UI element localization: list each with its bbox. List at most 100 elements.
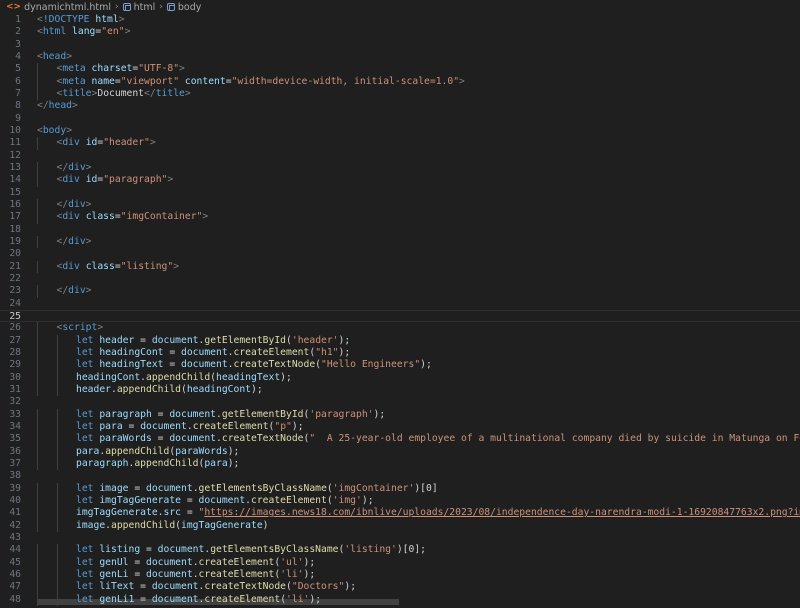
code-token: = bbox=[163, 346, 181, 358]
indent-guide bbox=[37, 433, 38, 446]
code-line[interactable]: 42 image.appendChild(imgTagGenerate) bbox=[0, 519, 800, 532]
code-line[interactable]: 8 </head> bbox=[0, 100, 800, 112]
indent-guide bbox=[56, 457, 58, 471]
code-line[interactable]: 5 <meta charset="UTF-8"> bbox=[0, 63, 800, 76]
code-token: headingCont bbox=[76, 371, 141, 383]
code-token: 'li' bbox=[286, 593, 310, 605]
code-token: "paragraph" bbox=[103, 174, 168, 186]
code-line[interactable]: 12 bbox=[0, 150, 800, 162]
indent-guide bbox=[56, 371, 58, 384]
code-line[interactable]: 30 headingCont.appendChild(headingText); bbox=[0, 371, 800, 384]
indent-guide bbox=[56, 544, 58, 557]
code-token: createTextNode bbox=[204, 581, 287, 593]
code-token: html bbox=[95, 14, 119, 25]
code-line[interactable]: 2 <html lang="en"> bbox=[0, 26, 800, 38]
code-token: genLi bbox=[99, 568, 129, 580]
code-token: )[0]; bbox=[396, 544, 427, 556]
code-token: 'paragraph' bbox=[309, 408, 374, 420]
code-line[interactable]: 1 <!DOCTYPE html> bbox=[0, 14, 800, 26]
code-line[interactable]: 38 bbox=[0, 470, 800, 482]
indent-guide bbox=[37, 322, 38, 335]
code-token: > bbox=[85, 285, 92, 297]
code-line[interactable]: 32 bbox=[0, 396, 800, 408]
line-number: 30 bbox=[9, 371, 21, 383]
code-token: image bbox=[99, 482, 129, 494]
code-line[interactable]: 34 let para = document.createElement("p")… bbox=[0, 420, 800, 434]
breadcrumb-file[interactable]: <> dynamichtml.html bbox=[6, 2, 111, 13]
indent-guide bbox=[37, 87, 38, 101]
code-line[interactable]: 25 bbox=[0, 309, 800, 323]
line-number: 20 bbox=[9, 248, 21, 260]
code-line[interactable]: 31 header.appendChild(headingCont); bbox=[0, 383, 800, 397]
code-text: <div id="header"> bbox=[57, 137, 156, 149]
code-line[interactable]: 9 bbox=[0, 113, 800, 125]
line-number: 8 bbox=[15, 100, 21, 112]
code-line[interactable]: 14 <div id="paragraph"> bbox=[0, 174, 800, 187]
code-token: = bbox=[181, 507, 199, 519]
breadcrumb-body[interactable]: body bbox=[166, 2, 201, 13]
code-line[interactable]: 33 let paragraph = document.getElementByI… bbox=[0, 408, 800, 421]
code-token: createElement bbox=[204, 593, 281, 605]
code-line[interactable]: 10 <body> bbox=[0, 125, 800, 137]
code-line[interactable]: 21 <div class="listing"> bbox=[0, 260, 800, 273]
line-number: 21 bbox=[9, 260, 21, 272]
indent-guide bbox=[37, 346, 38, 360]
code-line[interactable]: 4 <head> bbox=[0, 51, 800, 63]
code-line[interactable]: 20 bbox=[0, 248, 800, 260]
code-line[interactable]: 3 bbox=[0, 39, 800, 51]
code-token: > bbox=[184, 87, 191, 99]
breadcrumb-file-label: dynamichtml.html bbox=[24, 1, 112, 13]
code-line[interactable]: 43 bbox=[0, 532, 800, 544]
code-token: 'li' bbox=[280, 568, 304, 580]
indent-guide bbox=[37, 359, 38, 372]
code-line[interactable]: 36 para.appendChild(paraWords); bbox=[0, 445, 800, 458]
code-line[interactable]: 24 bbox=[0, 298, 800, 310]
code-line[interactable]: 41 imgTagGenerate.src = "https://images.n… bbox=[0, 507, 800, 520]
line-number: 37 bbox=[9, 457, 21, 469]
code-line[interactable]: 40 let imgTagGenerate = document.createEl… bbox=[0, 494, 800, 508]
code-token: "imgContainer" bbox=[120, 211, 203, 223]
code-token: </ bbox=[56, 235, 69, 247]
code-token: ); bbox=[303, 568, 316, 580]
code-line[interactable]: 7 <title>Document</title> bbox=[0, 87, 800, 101]
code-token: > bbox=[66, 124, 73, 136]
indent-guide bbox=[56, 593, 58, 606]
code-line[interactable]: 35 let paraWords = document.createTextNod… bbox=[0, 433, 800, 446]
code-line[interactable]: 6 <meta name="viewport" content="width=de… bbox=[0, 75, 800, 88]
code-line[interactable]: 11 <div id="header"> bbox=[0, 137, 800, 150]
indent-guide bbox=[37, 544, 38, 557]
code-line[interactable]: 39 let image = document.getElementsByClas… bbox=[0, 482, 800, 495]
code-line[interactable]: 44 let listing = document.getElementsByCl… bbox=[0, 544, 800, 557]
breadcrumb-html[interactable]: html bbox=[122, 2, 155, 13]
code-line[interactable]: 45 let genUl = document.createElement('ul… bbox=[0, 556, 800, 569]
code-line[interactable]: 47 let liText = document.createTextNode("… bbox=[0, 581, 800, 594]
code-line[interactable]: 23 </div> bbox=[0, 285, 800, 298]
code-line[interactable]: 28 let headingCont = document.createEleme… bbox=[0, 346, 800, 360]
code-token: let bbox=[76, 593, 94, 605]
code-token: appendChild bbox=[105, 445, 170, 457]
code-line[interactable]: 27 let header = document.getElementById('… bbox=[0, 334, 800, 347]
code-line[interactable]: 46 let genLi = document.createElement('li… bbox=[0, 568, 800, 582]
code-line[interactable]: 17 <div class="imgContainer"> bbox=[0, 211, 800, 224]
code-token: html bbox=[42, 26, 67, 38]
code-line[interactable]: 48 let genLi1 = document.createElement('l… bbox=[0, 593, 800, 606]
code-token: > bbox=[85, 198, 92, 210]
code-editor[interactable]: 1 <!DOCTYPE html> 2 <html lang="en"> 3 4 <head… bbox=[0, 14, 800, 608]
code-line[interactable]: 29 let headingText = document.createTextN… bbox=[0, 359, 800, 372]
code-line[interactable]: 37 paragraph.appendChild(para); bbox=[0, 457, 800, 471]
code-token: = bbox=[151, 433, 170, 445]
code-token: div bbox=[68, 285, 86, 297]
code-line[interactable]: 13 </div> bbox=[0, 161, 800, 175]
code-line[interactable]: 22 bbox=[0, 273, 800, 285]
code-token: div bbox=[68, 161, 86, 173]
code-line[interactable]: 18 bbox=[0, 224, 800, 236]
indent-guide bbox=[37, 174, 38, 187]
code-line[interactable]: 26 <script> bbox=[0, 322, 800, 335]
code-token: script bbox=[62, 322, 98, 334]
code-line[interactable]: 19 </div> bbox=[0, 235, 800, 249]
indent-guide bbox=[56, 359, 58, 372]
code-line[interactable]: 16 </div> bbox=[0, 198, 800, 212]
code-line[interactable]: 15 bbox=[0, 187, 800, 199]
element-icon bbox=[166, 3, 175, 11]
html-file-icon: <> bbox=[6, 2, 22, 12]
